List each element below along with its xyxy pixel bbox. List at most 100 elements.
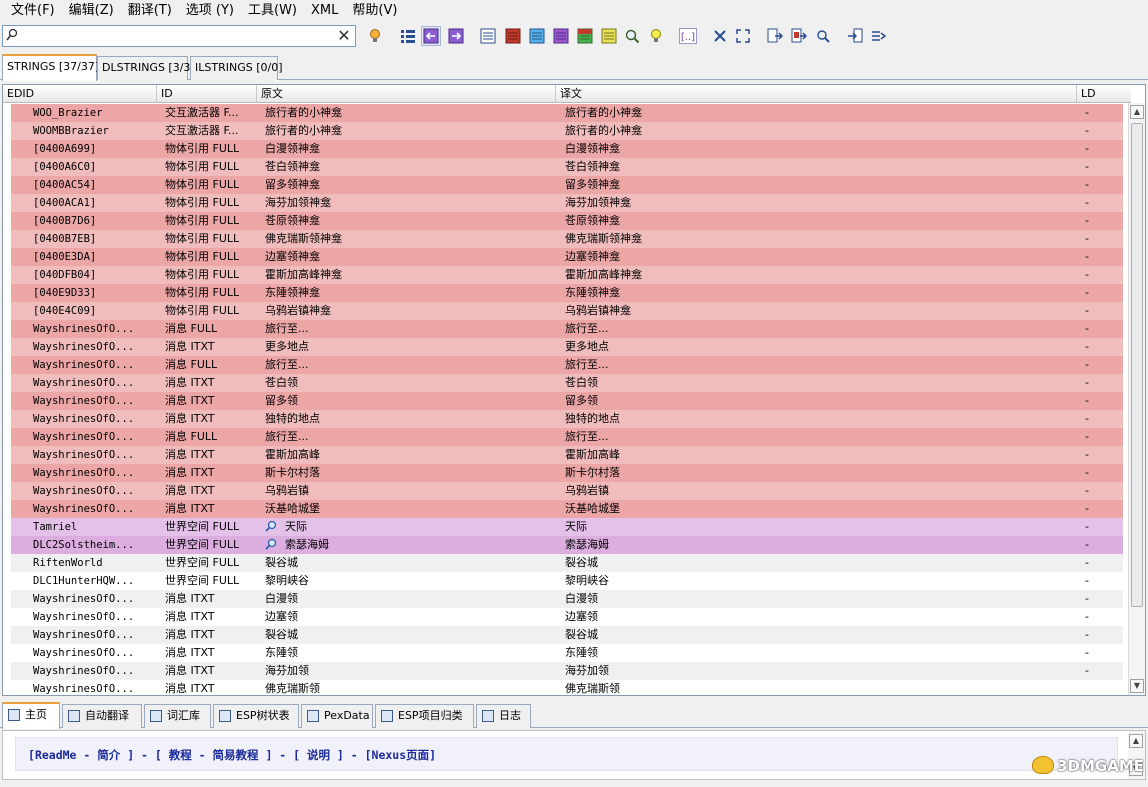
tab-home[interactable]: 主页 (2, 702, 60, 729)
table-row[interactable]: WayshrinesOfO... 消息 ITXT 裂谷城 裂谷城 - (11, 626, 1123, 644)
table-row[interactable]: [0400E3DA] 物体引用 FULL 边塞领神龛 边塞领神龛 - (11, 248, 1123, 266)
bracket-icon[interactable]: [..] (678, 26, 698, 46)
tab-vocabulary[interactable]: 词汇库 (144, 704, 211, 728)
table-row[interactable]: WayshrinesOfO... 消息 ITXT 乌鸦岩镇 乌鸦岩镇 - (11, 482, 1123, 500)
help-link[interactable]: 说明 (307, 748, 330, 762)
scroll-up-icon[interactable]: ▲ (1130, 105, 1144, 119)
prev-arrow-icon[interactable] (421, 26, 441, 46)
table-row[interactable]: WayshrinesOfO... 消息 ITXT 独特的地点 独特的地点 - (11, 410, 1123, 428)
filter-purple-icon[interactable] (551, 26, 571, 46)
cell-ld-text: - (1085, 232, 1089, 245)
table-row[interactable]: [040DFB04] 物体引用 FULL 霍斯加高峰神龛 霍斯加高峰神龛 - (11, 266, 1123, 284)
next-arrow-icon[interactable] (446, 26, 466, 46)
table-row[interactable]: [0400B7EB] 物体引用 FULL 佛克瑞斯领神龛 佛克瑞斯领神龛 - (11, 230, 1123, 248)
import-icon[interactable] (845, 26, 865, 46)
table-row[interactable]: WayshrinesOfO... 消息 FULL 旅行至... 旅行至... - (11, 320, 1123, 338)
table-row[interactable]: [040E9D33] 物体引用 FULL 东陲领神龛 东陲领神龛 - (11, 284, 1123, 302)
table-row[interactable]: RiftenWorld 世界空间 FULL 裂谷城 裂谷城 - (11, 554, 1123, 572)
cell-id-text: 消息 ITXT (165, 592, 215, 605)
table-row[interactable]: WOOMBBrazier 交互激活器 F... 旅行者的小神龛 旅行者的小神龛 - (11, 122, 1123, 140)
menu-file[interactable]: 文件(F) (4, 0, 62, 21)
table-row[interactable]: DLC1HunterHQW... 世界空间 FULL 黎明峡谷 黎明峡谷 - (11, 572, 1123, 590)
table-row[interactable]: DLC2Solstheim... 世界空间 FULL 索瑟海姆 索瑟海姆 - (11, 536, 1123, 554)
export-icon[interactable] (765, 26, 785, 46)
filter-blue-icon[interactable] (527, 26, 547, 46)
filter-all-icon[interactable] (478, 26, 498, 46)
cell-edid: WayshrinesOfO... (33, 482, 153, 500)
readme-link[interactable]: ReadMe (35, 748, 77, 762)
tab-dlstrings[interactable]: DLSTRINGS [3/3] (97, 56, 195, 80)
menu-tools[interactable]: 工具(W) (241, 0, 304, 21)
tab-esp-tree[interactable]: ESP树状表 (213, 704, 299, 728)
cell-translation: 旅行至... (565, 320, 1075, 338)
filter-mixed-icon[interactable] (575, 26, 595, 46)
expand-icon[interactable] (733, 26, 753, 46)
cell-source-text: 独特的地点 (265, 412, 320, 425)
table-row[interactable]: WayshrinesOfO... 消息 ITXT 斯卡尔村落 斯卡尔村落 - (11, 464, 1123, 482)
table-row[interactable]: WayshrinesOfO... 消息 ITXT 沃基哈城堡 沃基哈城堡 - (11, 500, 1123, 518)
table-row[interactable]: [0400B7D6] 物体引用 FULL 苍原领神龛 苍原领神龛 - (11, 212, 1123, 230)
column-header-translation[interactable]: 译文 (556, 85, 1077, 103)
filter-yellow-icon[interactable] (599, 26, 619, 46)
column-header-edid[interactable]: EDID (3, 85, 157, 103)
cell-source-text: 边塞领神龛 (265, 250, 320, 263)
find-icon[interactable] (622, 26, 642, 46)
column-header-id[interactable]: ID (157, 85, 257, 103)
tab-strings[interactable]: STRINGS [37/37] (2, 54, 99, 81)
tab-esp-categories[interactable]: ESP项目归类 (375, 704, 474, 728)
close-x-icon[interactable] (710, 26, 730, 46)
table-row[interactable]: Tamriel 世界空间 FULL 天际 天际 - (11, 518, 1123, 536)
menu-xml[interactable]: XML (304, 0, 345, 21)
table-row[interactable]: WayshrinesOfO... 消息 ITXT 留多领 留多领 - (11, 392, 1123, 410)
cell-ld: - (1085, 554, 1115, 572)
table-row[interactable]: WOO_Brazier 交互激活器 F... 旅行者的小神龛 旅行者的小神龛 - (11, 104, 1123, 122)
scroll-down-icon[interactable]: ▼ (1130, 679, 1144, 693)
import-alt-icon[interactable] (869, 26, 889, 46)
table-row[interactable]: WayshrinesOfO... 消息 FULL 旅行至... 旅行至... - (11, 356, 1123, 374)
column-header-source[interactable]: 原文 (257, 85, 556, 103)
cell-edid-text: WayshrinesOfO... (33, 467, 135, 479)
table-row[interactable]: [0400AC54] 物体引用 FULL 留多领神龛 留多领神龛 - (11, 176, 1123, 194)
menu-edit[interactable]: 编辑(Z) (62, 0, 121, 21)
panel-scroll-up-icon[interactable]: ▲ (1129, 734, 1143, 748)
nexus-link[interactable]: Nexus页面 (372, 748, 430, 762)
table-row[interactable]: [0400A6C0] 物体引用 FULL 苍白领神龛 苍白领神龛 - (11, 158, 1123, 176)
tab-pexdata[interactable]: PexData (301, 704, 373, 728)
filter-red-icon[interactable] (503, 26, 523, 46)
quick-tutorial-link[interactable]: 简易教程 (213, 748, 259, 762)
tab-log[interactable]: 日志 (476, 704, 531, 728)
table-row[interactable]: WayshrinesOfO... 消息 ITXT 更多地点 更多地点 - (11, 338, 1123, 356)
menu-help[interactable]: 帮助(V) (345, 0, 404, 21)
table-row[interactable]: [040E4C09] 物体引用 FULL 乌鸦岩镇神龛 乌鸦岩镇神龛 - (11, 302, 1123, 320)
menu-options[interactable]: 选项 (Y) (179, 0, 241, 21)
search-input[interactable] (21, 28, 321, 44)
table-row[interactable]: [0400ACA1] 物体引用 FULL 海芬加领神龛 海芬加领神龛 - (11, 194, 1123, 212)
table-row[interactable]: WayshrinesOfO... 消息 ITXT 苍白领 苍白领 - (11, 374, 1123, 392)
list-view-icon[interactable] (398, 26, 418, 46)
cell-ld-text: - (1085, 376, 1089, 389)
bulb-filter-icon[interactable] (365, 26, 385, 46)
tab-auto-translate[interactable]: 自动翻译 (62, 704, 142, 728)
table-row[interactable]: WayshrinesOfO... 消息 ITXT 霍斯加高峰 霍斯加高峰 - (11, 446, 1123, 464)
cell-id: 物体引用 FULL (165, 248, 261, 266)
column-header-ld[interactable]: LD (1077, 85, 1131, 103)
search-replace-icon[interactable] (813, 26, 833, 46)
bulb-icon[interactable] (646, 26, 666, 46)
table-row[interactable]: WayshrinesOfO... 消息 FULL 旅行至... 旅行至... - (11, 428, 1123, 446)
table-row[interactable]: [0400A699] 物体引用 FULL 白漫领神龛 白漫领神龛 - (11, 140, 1123, 158)
table-row[interactable]: WayshrinesOfO... 消息 ITXT 海芬加领 海芬加领 - (11, 662, 1123, 680)
cell-ld: - (1085, 500, 1115, 518)
table-row[interactable]: WayshrinesOfO... 消息 ITXT 东陲领 东陲领 - (11, 644, 1123, 662)
menu-translate[interactable]: 翻译(T) (121, 0, 179, 21)
tab-ilstrings[interactable]: ILSTRINGS [0/0] (190, 56, 282, 80)
export-red-icon[interactable] (789, 26, 809, 46)
cell-ld: - (1085, 176, 1115, 194)
table-scrollbar[interactable]: ▲ ▼ (1128, 103, 1145, 695)
scroll-thumb[interactable] (1131, 123, 1143, 607)
table-row[interactable]: WayshrinesOfO... 消息 ITXT 白漫领 白漫领 - (11, 590, 1123, 608)
table-row[interactable]: WayshrinesOfO... 消息 ITXT 边塞领 边塞领 - (11, 608, 1123, 626)
intro-link[interactable]: 简介 (97, 748, 120, 762)
table-row[interactable]: WayshrinesOfO... 消息 ITXT 佛克瑞斯领 佛克瑞斯领 (11, 680, 1123, 695)
tutorial-link[interactable]: 教程 (169, 748, 192, 762)
clear-search-icon[interactable]: ✕ (336, 27, 352, 45)
